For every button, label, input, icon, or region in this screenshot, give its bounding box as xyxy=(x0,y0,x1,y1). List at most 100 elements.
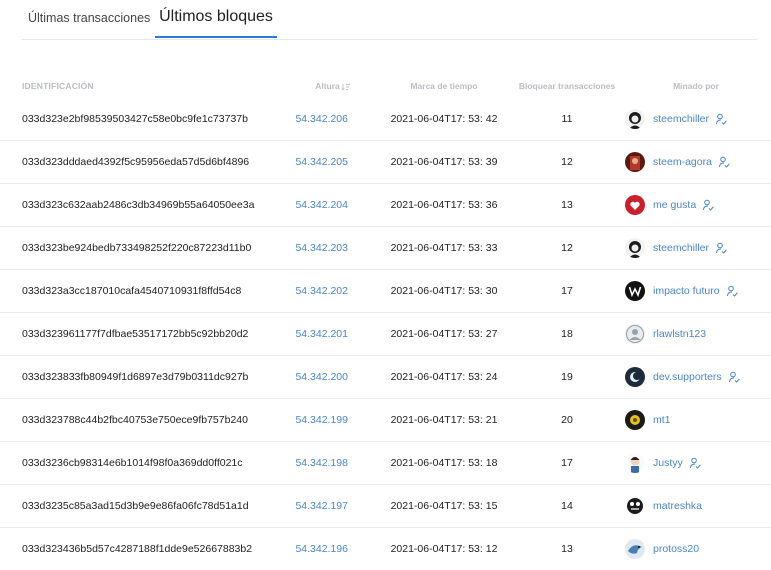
block-timestamp: 2021-06-04T17: 53: 27 xyxy=(375,313,513,356)
block-height-link[interactable]: 54.342.203 xyxy=(290,242,348,254)
verified-user-icon xyxy=(718,156,730,168)
block-timestamp: 2021-06-04T17: 53: 33 xyxy=(375,227,513,270)
w-logo-avatar xyxy=(625,281,645,301)
table-row: 033d323833fb80949f1d6897e3d79b0311dc927b… xyxy=(0,356,771,399)
dark-circle-avatar xyxy=(625,367,645,387)
block-transaction-count: 12 xyxy=(513,227,621,270)
block-transaction-count: 12 xyxy=(513,141,621,184)
column-header-timestamp: Marca de tiempo xyxy=(375,74,513,98)
block-height-link[interactable]: 54.342.197 xyxy=(290,500,348,512)
table-row: 033d323be924bedb733498252f220c87223d11b0… xyxy=(0,227,771,270)
block-id: 033d323788c44b2fbc40753e750ece9fb757b240 xyxy=(0,399,290,442)
tab-latest-transactions[interactable]: Últimas transacciones xyxy=(28,11,150,49)
steemchiller-avatar xyxy=(625,109,645,129)
block-transaction-count: 13 xyxy=(513,184,621,227)
miner-link[interactable]: protoss20 xyxy=(625,539,771,559)
table-row: 033d323c632aab2486c3db34969b55a64050ee3a… xyxy=(0,184,771,227)
tab-bar: Últimas transacciones Últimos bloques xyxy=(22,0,757,40)
block-height-link[interactable]: 54.342.196 xyxy=(290,543,348,555)
miner-link[interactable]: steem-agora xyxy=(625,152,771,172)
blocks-table: IDENTIFICACIÓN Altura Marca de tiempo Bl… xyxy=(0,74,771,570)
verified-user-icon xyxy=(689,457,701,469)
block-transaction-count: 20 xyxy=(513,399,621,442)
block-id: 033d3236cb98314e6b1014f98f0a369dd0ff021c xyxy=(0,442,290,485)
block-height-link[interactable]: 54.342.204 xyxy=(290,199,348,211)
miner-link[interactable]: steemchiller xyxy=(625,109,771,129)
cartoon-avatar xyxy=(625,453,645,473)
table-header-row: IDENTIFICACIÓN Altura Marca de tiempo Bl… xyxy=(0,74,771,98)
matreshka-avatar xyxy=(625,496,645,516)
table-row: 033d323436b5d57c4287188f1dde9e52667883b2… xyxy=(0,528,771,570)
table-row: 033d323e2bf98539503427c58e0bc9fe1c73737b… xyxy=(0,98,771,141)
block-height-link[interactable]: 54.342.199 xyxy=(290,414,348,426)
table-row: 033d323a3cc187010cafa4540710931f8ffd54c8… xyxy=(0,270,771,313)
block-transaction-count: 13 xyxy=(513,528,621,570)
block-id: 033d323be924bedb733498252f220c87223d11b0 xyxy=(0,227,290,270)
verified-user-icon xyxy=(715,242,727,254)
block-timestamp: 2021-06-04T17: 53: 18 xyxy=(375,442,513,485)
miner-name[interactable]: dev.supporters xyxy=(653,371,722,383)
miner-link[interactable]: matreshka xyxy=(625,496,771,516)
miner-name[interactable]: Justyy xyxy=(653,457,683,469)
tab-latest-blocks[interactable]: Últimos bloques xyxy=(155,0,277,38)
column-header-miner: Minado por xyxy=(621,74,771,98)
block-transaction-count: 11 xyxy=(513,98,621,141)
block-id: 033d323833fb80949f1d6897e3d79b0311dc927b xyxy=(0,356,290,399)
verified-user-icon xyxy=(715,113,727,125)
verified-user-icon xyxy=(702,199,714,211)
sort-icon[interactable] xyxy=(342,83,350,91)
column-header-height[interactable]: Altura xyxy=(290,74,375,98)
block-id: 033d323961177f7dfbae53517172bb5c92bb20d2 xyxy=(0,313,290,356)
miner-name[interactable]: rlawlstn123 xyxy=(653,328,706,340)
miner-name[interactable]: matreshka xyxy=(653,500,702,512)
block-timestamp: 2021-06-04T17: 53: 30 xyxy=(375,270,513,313)
steem-agora-avatar xyxy=(625,152,645,172)
miner-name[interactable]: protoss20 xyxy=(653,543,699,555)
table-row: 033d323961177f7dfbae53517172bb5c92bb20d2… xyxy=(0,313,771,356)
block-height-link[interactable]: 54.342.198 xyxy=(290,457,348,469)
block-transaction-count: 19 xyxy=(513,356,621,399)
block-timestamp: 2021-06-04T17: 53: 15 xyxy=(375,485,513,528)
miner-name[interactable]: steem-agora xyxy=(653,156,712,168)
heart-avatar xyxy=(625,195,645,215)
column-header-height-label: Altura xyxy=(315,81,340,91)
miner-name[interactable]: mt1 xyxy=(653,414,671,426)
miner-name[interactable]: steemchiller xyxy=(653,113,709,125)
miner-link[interactable]: Justyy xyxy=(625,453,771,473)
miner-link[interactable]: rlawlstn123 xyxy=(625,324,771,344)
bird-avatar xyxy=(625,539,645,559)
block-timestamp: 2021-06-04T17: 53: 39 xyxy=(375,141,513,184)
miner-link[interactable]: dev.supporters xyxy=(625,367,771,387)
block-timestamp: 2021-06-04T17: 53: 21 xyxy=(375,399,513,442)
block-timestamp: 2021-06-04T17: 53: 24 xyxy=(375,356,513,399)
block-id: 033d323c632aab2486c3db34969b55a64050ee3a xyxy=(0,184,290,227)
block-height-link[interactable]: 54.342.205 xyxy=(290,156,348,168)
miner-link[interactable]: me gusta xyxy=(625,195,771,215)
block-id: 033d323a3cc187010cafa4540710931f8ffd54c8 xyxy=(0,270,290,313)
block-height-link[interactable]: 54.342.200 xyxy=(290,371,348,383)
verified-user-icon xyxy=(726,285,738,297)
block-timestamp: 2021-06-04T17: 53: 36 xyxy=(375,184,513,227)
flower-avatar xyxy=(625,410,645,430)
table-row: 033d323788c44b2fbc40753e750ece9fb757b240… xyxy=(0,399,771,442)
miner-name[interactable]: steemchiller xyxy=(653,242,709,254)
miner-link[interactable]: mt1 xyxy=(625,410,771,430)
verified-user-icon xyxy=(728,371,740,383)
block-id: 033d3235c85a3ad15d3b9e9e86fa06fc78d51a1d xyxy=(0,485,290,528)
block-height-link[interactable]: 54.342.201 xyxy=(290,328,348,340)
block-transaction-count: 18 xyxy=(513,313,621,356)
steemchiller-avatar xyxy=(625,238,645,258)
default-user-avatar xyxy=(625,324,645,344)
block-id: 033d323436b5d57c4287188f1dde9e52667883b2 xyxy=(0,528,290,570)
block-timestamp: 2021-06-04T17: 53: 42 xyxy=(375,98,513,141)
block-height-link[interactable]: 54.342.202 xyxy=(290,285,348,297)
table-row: 033d3236cb98314e6b1014f98f0a369dd0ff021c… xyxy=(0,442,771,485)
miner-link[interactable]: steemchiller xyxy=(625,238,771,258)
table-row: 033d3235c85a3ad15d3b9e9e86fa06fc78d51a1d… xyxy=(0,485,771,528)
block-height-link[interactable]: 54.342.206 xyxy=(290,113,348,125)
miner-link[interactable]: impacto futuro xyxy=(625,281,771,301)
block-transaction-count: 14 xyxy=(513,485,621,528)
miner-name[interactable]: impacto futuro xyxy=(653,285,720,297)
block-id: 033d323e2bf98539503427c58e0bc9fe1c73737b xyxy=(0,98,290,141)
miner-name[interactable]: me gusta xyxy=(653,199,696,211)
